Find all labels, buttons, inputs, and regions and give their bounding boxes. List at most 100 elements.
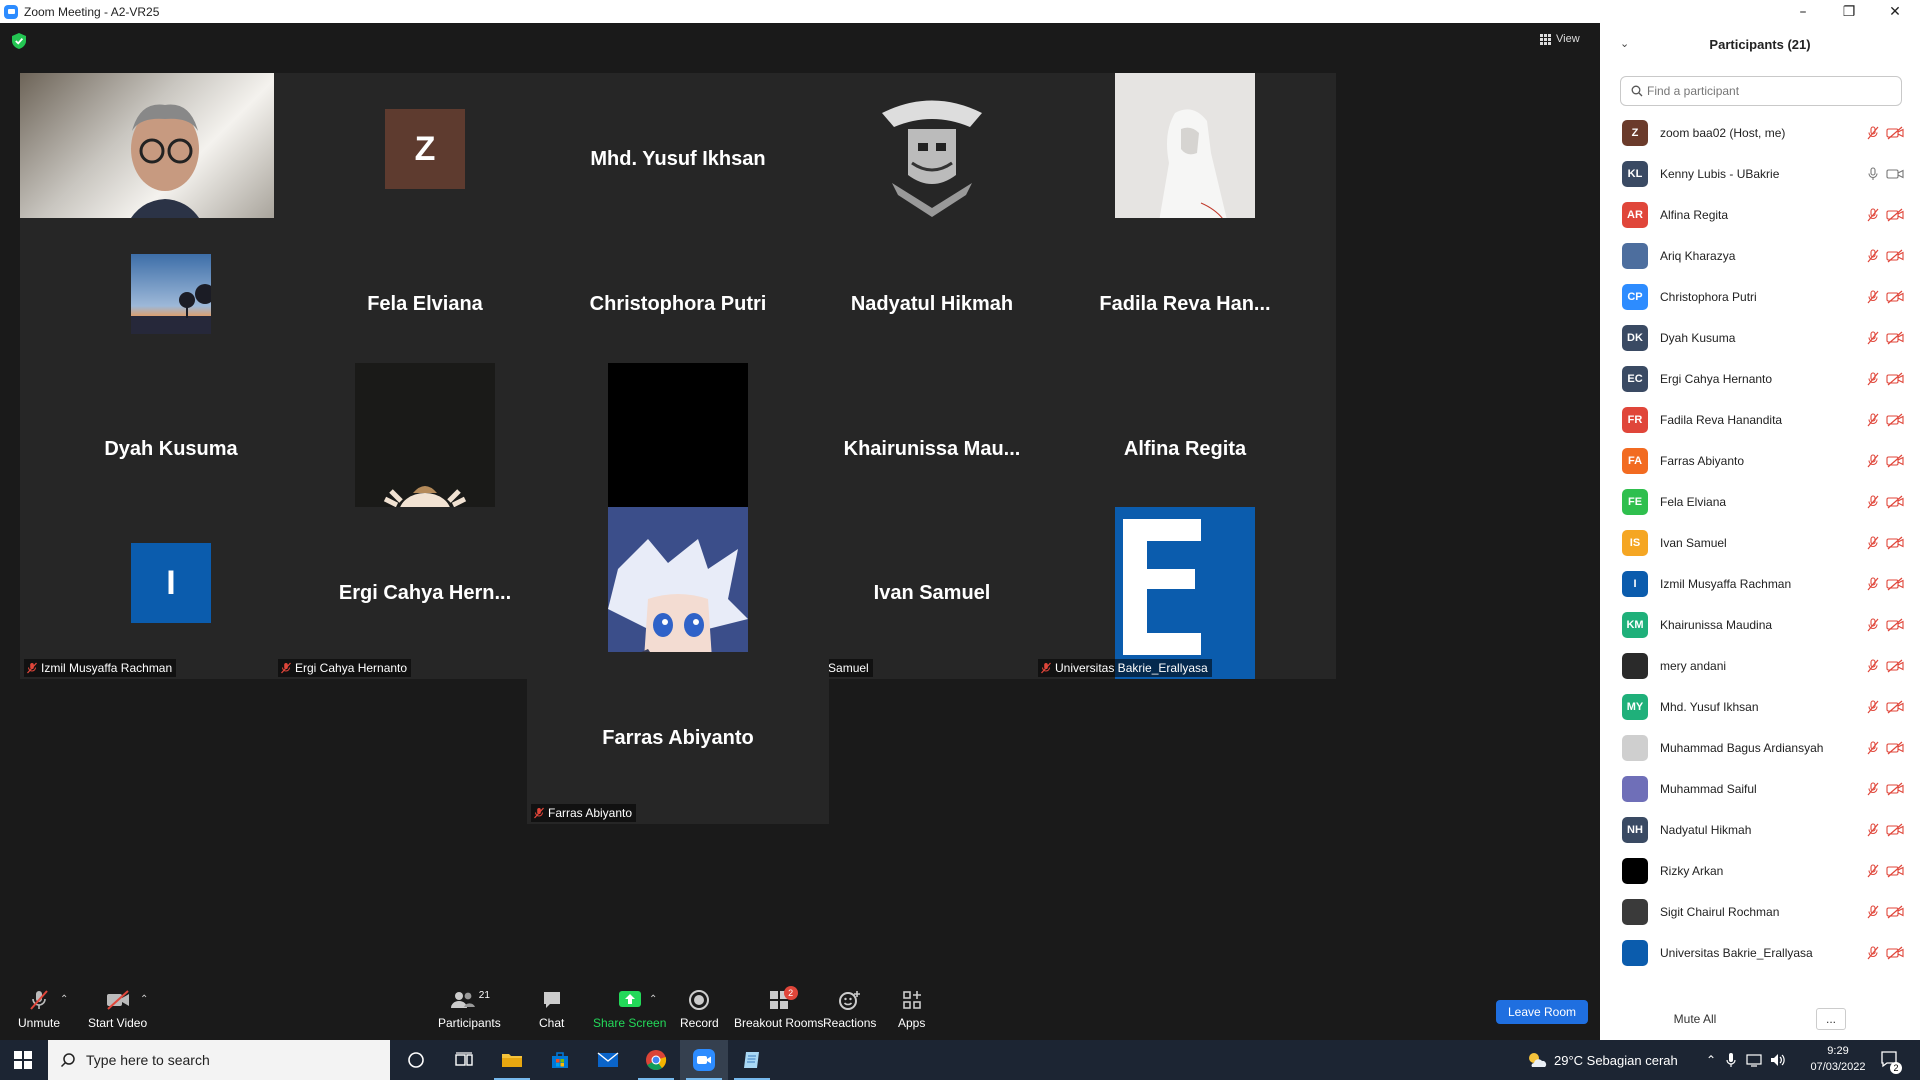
video-off-icon[interactable] <box>1886 372 1904 386</box>
video-off-icon[interactable] <box>1886 454 1904 468</box>
video-off-icon[interactable] <box>1886 618 1904 632</box>
participant-list-item[interactable]: FA Farras Abiyanto <box>1600 440 1920 481</box>
participant-list-item[interactable]: KM Khairunissa Maudina <box>1600 604 1920 645</box>
video-off-icon[interactable] <box>1886 700 1904 714</box>
audio-options-chevron-icon[interactable]: ⌃ <box>60 994 68 1005</box>
windows-start-icon[interactable] <box>14 1051 32 1069</box>
video-off-icon[interactable] <box>1886 741 1904 755</box>
mail-icon[interactable] <box>584 1040 632 1080</box>
cortana-icon[interactable] <box>392 1040 440 1080</box>
mic-muted-icon[interactable] <box>1866 658 1880 673</box>
mic-muted-icon[interactable] <box>1866 535 1880 550</box>
participant-list-item[interactable]: MY Mhd. Yusuf Ikhsan <box>1600 686 1920 727</box>
close-button[interactable]: ✕ <box>1872 0 1918 23</box>
unmute-button[interactable]: Unmute <box>18 988 60 1030</box>
video-off-icon[interactable] <box>1886 331 1904 345</box>
video-off-icon[interactable] <box>1886 946 1904 960</box>
record-button[interactable]: Record <box>680 988 719 1030</box>
participant-search-box[interactable] <box>1620 76 1902 106</box>
video-tile[interactable]: Universitas Bakrie_Erallyasa <box>1034 507 1336 679</box>
participant-list-item[interactable]: CP Christophora Putri <box>1600 276 1920 317</box>
participant-list-item[interactable]: Muhammad Saiful <box>1600 768 1920 809</box>
video-off-icon[interactable] <box>1886 249 1904 263</box>
participant-list-item[interactable]: AR Alfina Regita <box>1600 194 1920 235</box>
mic-muted-icon[interactable] <box>1866 494 1880 509</box>
share-options-chevron-icon[interactable]: ⌃ <box>649 994 657 1005</box>
reactions-button[interactable]: Reactions <box>823 988 876 1030</box>
restore-button[interactable]: ❐ <box>1826 0 1872 23</box>
mic-muted-icon[interactable] <box>1866 822 1880 837</box>
mic-muted-icon[interactable] <box>1866 248 1880 263</box>
mic-muted-icon[interactable] <box>1866 740 1880 755</box>
video-off-icon[interactable] <box>1886 782 1904 796</box>
file-explorer-icon[interactable] <box>488 1040 536 1080</box>
video-off-icon[interactable] <box>1886 905 1904 919</box>
video-off-icon[interactable] <box>1886 659 1904 673</box>
video-off-icon[interactable] <box>1886 208 1904 222</box>
video-off-icon[interactable] <box>1886 126 1904 140</box>
mic-muted-icon[interactable] <box>1866 576 1880 591</box>
taskbar-search-box[interactable]: Type here to search <box>48 1040 390 1080</box>
video-options-chevron-icon[interactable]: ⌃ <box>140 994 148 1005</box>
taskbar-clock[interactable]: 9:29 07/03/2022 <box>1808 1043 1868 1075</box>
video-off-icon[interactable] <box>1886 495 1904 509</box>
mic-muted-icon[interactable] <box>1866 412 1880 427</box>
participant-list-item[interactable]: Universitas Bakrie_Erallyasa <box>1600 932 1920 973</box>
mic-muted-icon[interactable] <box>1866 330 1880 345</box>
participants-button[interactable]: 21 Participants <box>438 988 501 1031</box>
mic-muted-icon[interactable] <box>1866 371 1880 386</box>
mic-muted-icon[interactable] <box>1866 904 1880 919</box>
participant-list-item[interactable]: Ariq Kharazya <box>1600 235 1920 276</box>
mic-muted-icon[interactable] <box>1866 125 1880 140</box>
participant-list-item[interactable]: KL Kenny Lubis - UBakrie <box>1600 153 1920 194</box>
more-options-button[interactable]: ... <box>1816 1008 1846 1030</box>
participant-search-input[interactable] <box>1647 84 1887 98</box>
mic-muted-icon[interactable] <box>1866 945 1880 960</box>
video-off-icon[interactable] <box>1886 864 1904 878</box>
video-off-icon[interactable] <box>1886 413 1904 427</box>
participant-list-item[interactable]: IS Ivan Samuel <box>1600 522 1920 563</box>
zoom-taskbar-icon[interactable] <box>680 1040 728 1080</box>
mute-all-button[interactable]: Mute All <box>1660 1008 1730 1030</box>
microsoft-store-icon[interactable] <box>536 1040 584 1080</box>
mic-muted-icon[interactable] <box>1866 289 1880 304</box>
task-view-icon[interactable] <box>440 1040 488 1080</box>
participant-list-item[interactable]: EC Ergi Cahya Hernanto <box>1600 358 1920 399</box>
breakout-rooms-button[interactable]: 2 Breakout Rooms <box>734 986 823 1030</box>
mic-muted-icon[interactable] <box>1866 699 1880 714</box>
participant-list-item[interactable]: FE Fela Elviana <box>1600 481 1920 522</box>
encryption-shield-icon[interactable] <box>12 33 26 49</box>
video-off-icon[interactable] <box>1886 577 1904 591</box>
participant-list-item[interactable]: I Izmil Musyaffa Rachman <box>1600 563 1920 604</box>
video-icon[interactable] <box>1886 167 1904 181</box>
video-off-icon[interactable] <box>1886 823 1904 837</box>
minimize-button[interactable]: – <box>1780 0 1826 23</box>
chrome-icon[interactable] <box>632 1040 680 1080</box>
mic-muted-icon[interactable] <box>1866 863 1880 878</box>
video-tile[interactable]: Farras Abiyanto Farras Abiyanto <box>527 652 829 824</box>
volume-icon[interactable] <box>1770 1040 1786 1080</box>
leave-room-button[interactable]: Leave Room <box>1496 1000 1588 1024</box>
microphone-tray-icon[interactable] <box>1726 1040 1736 1080</box>
participant-list-item[interactable]: mery andani <box>1600 645 1920 686</box>
start-video-button[interactable]: Start Video <box>88 988 147 1030</box>
mic-muted-icon[interactable] <box>1866 617 1880 632</box>
video-off-icon[interactable] <box>1886 290 1904 304</box>
video-off-icon[interactable] <box>1886 536 1904 550</box>
participant-list-item[interactable]: DK Dyah Kusuma <box>1600 317 1920 358</box>
weather-widget[interactable]: 29°C Sebagian cerah <box>1526 1040 1678 1080</box>
participant-list-item[interactable]: Rizky Arkan <box>1600 850 1920 891</box>
show-hidden-icons-chevron-icon[interactable]: ⌃ <box>1706 1040 1716 1080</box>
mic-muted-icon[interactable] <box>1866 781 1880 796</box>
mic-muted-icon[interactable] <box>1866 453 1880 468</box>
mic-icon[interactable] <box>1866 166 1880 181</box>
participant-list-item[interactable]: NH Nadyatul Hikmah <box>1600 809 1920 850</box>
chat-button[interactable]: Chat <box>539 988 564 1030</box>
participant-list-item[interactable]: Muhammad Bagus Ardiansyah <box>1600 727 1920 768</box>
view-button[interactable]: View <box>1540 33 1580 45</box>
network-icon[interactable] <box>1746 1040 1762 1080</box>
mic-muted-icon[interactable] <box>1866 207 1880 222</box>
participant-list-item[interactable]: FR Fadila Reva Hanandita <box>1600 399 1920 440</box>
participant-list-item[interactable]: Sigit Chairul Rochman <box>1600 891 1920 932</box>
apps-button[interactable]: Apps <box>898 988 925 1030</box>
